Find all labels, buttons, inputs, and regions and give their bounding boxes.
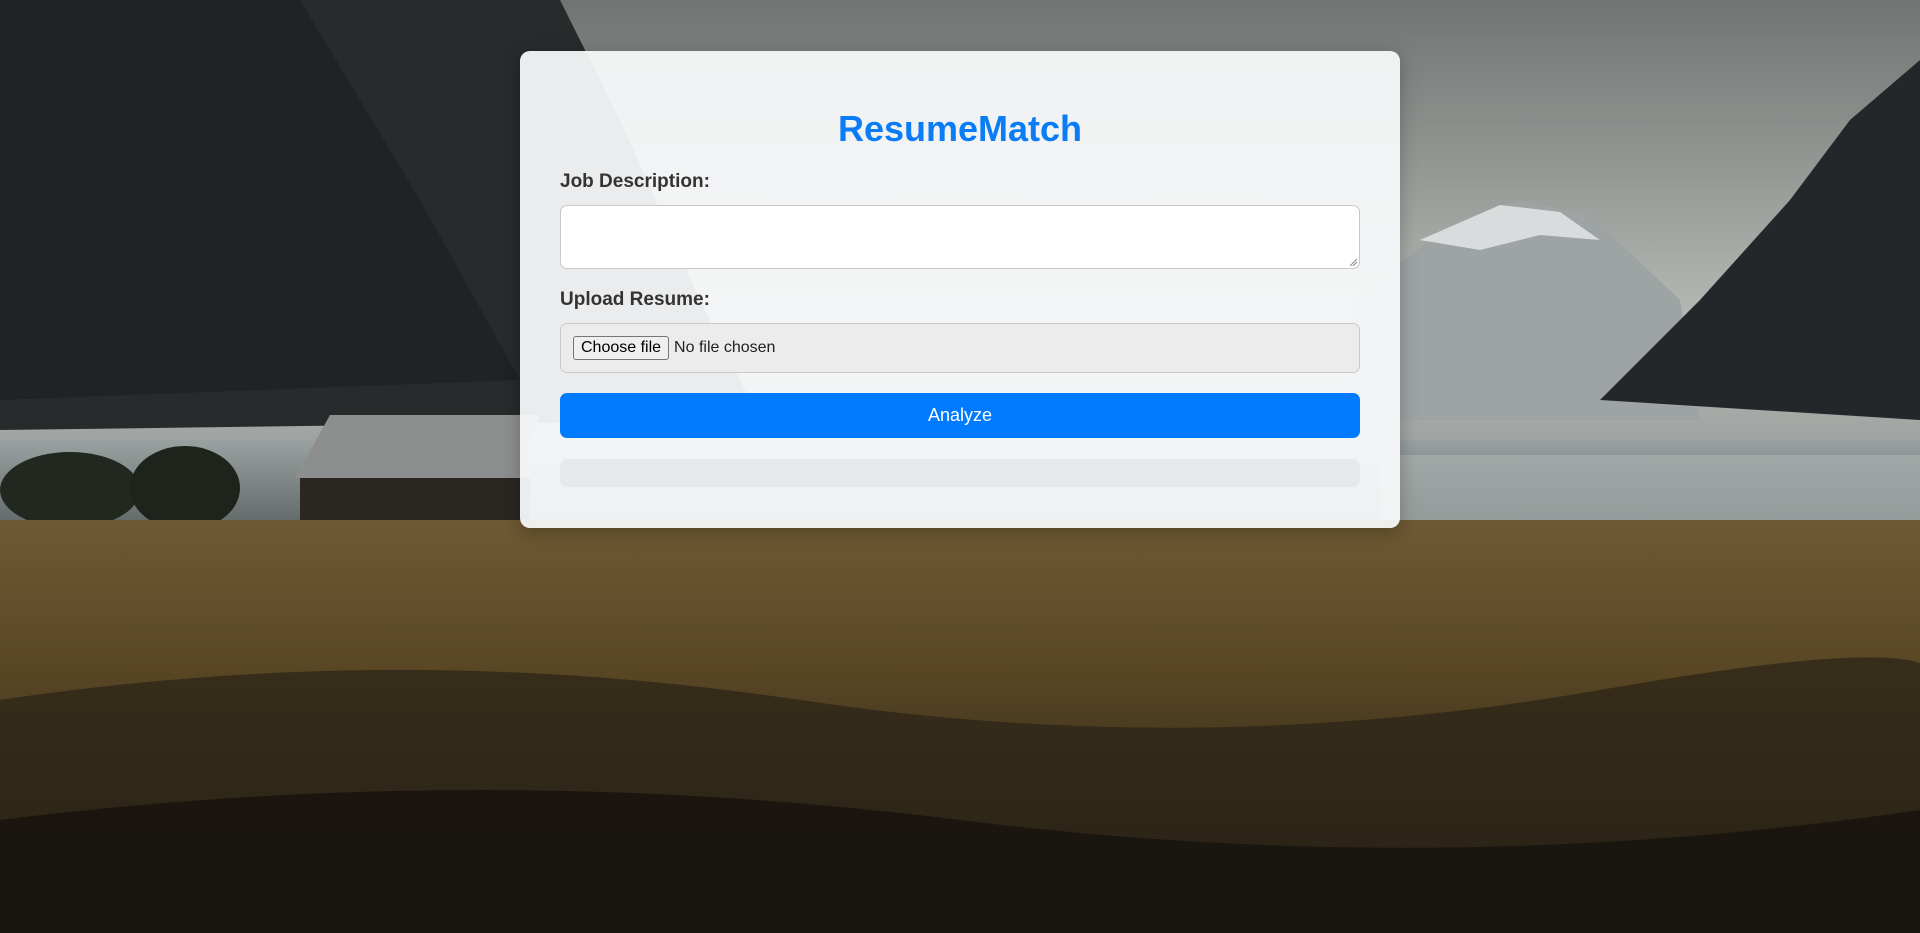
job-description-textarea[interactable] — [560, 205, 1360, 269]
upload-resume-label: Upload Resume: — [560, 289, 710, 310]
page-title: ResumeMatch — [837, 108, 1083, 149]
resize-grip-icon[interactable] — [1349, 258, 1358, 267]
result-panel — [560, 459, 1360, 487]
job-description-label: Job Description: — [560, 171, 710, 192]
file-status-text: No file chosen — [674, 339, 776, 356]
choose-file-button[interactable]: Choose file — [573, 336, 670, 360]
analyze-button[interactable]: Analyze — [560, 393, 1360, 438]
resume-file-input[interactable]: Choose file No file chosen — [560, 323, 1360, 373]
resume-match-card: ResumeMatch Job Description: Upload Resu… — [520, 51, 1400, 528]
